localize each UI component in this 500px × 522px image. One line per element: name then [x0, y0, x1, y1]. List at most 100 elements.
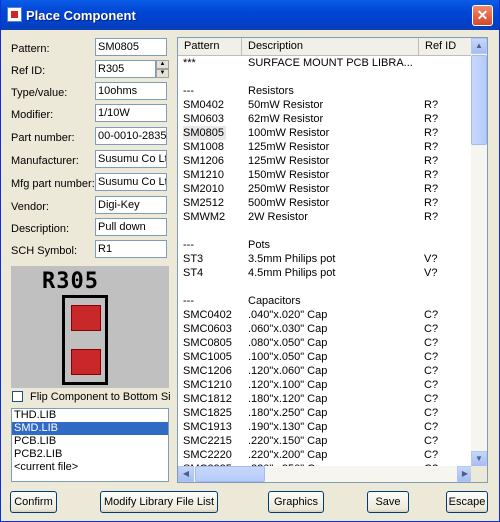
cell-pattern: SMC1825	[183, 407, 232, 419]
table-row[interactable]: SMC0603 .060"x.030" Cap C?	[178, 322, 473, 336]
table-row[interactable]: SM1210 150mW Resistor R?	[178, 168, 473, 182]
cell-description: 125mW Resistor	[248, 141, 330, 153]
library-item[interactable]: <current file>	[12, 461, 168, 474]
table-row[interactable]: SMC0805 .080"x.050" Cap C?	[178, 336, 473, 350]
graphics-button[interactable]: Graphics	[268, 491, 324, 513]
table-row[interactable]	[178, 70, 473, 84]
table-row[interactable]: SM0805 100mW Resistor R?	[178, 126, 473, 140]
vertical-scroll-thumb[interactable]	[471, 55, 487, 145]
cell-refid: C?	[424, 365, 439, 377]
table-row[interactable]: SM2010 250mW Resistor R?	[178, 182, 473, 196]
partnum-label: Part number:	[11, 132, 75, 144]
table-row[interactable]: SMWM2 2W Resistor R?	[178, 210, 473, 224]
place-component-dialog: Place Component ✕ Pattern: SM0805 Ref ID…	[0, 0, 500, 522]
table-row[interactable]: ST3 3.5mm Philips pot V?	[178, 252, 473, 266]
table-row[interactable]	[178, 224, 473, 238]
footprint-preview: R305	[11, 266, 169, 388]
cell-description: .180"x.120" Cap	[248, 393, 328, 405]
escape-button[interactable]: Escape	[446, 491, 488, 513]
cell-refid: R?	[424, 155, 439, 167]
pad-2	[71, 349, 101, 375]
pattern-field[interactable]: SM0805	[95, 38, 167, 56]
partnum-field[interactable]: 00-0010-2835	[95, 127, 167, 145]
table-row[interactable]: *** SURFACE MOUNT PCB LIBRA...	[178, 56, 473, 70]
table-row[interactable]: SM1206 125mW Resistor R?	[178, 154, 473, 168]
confirm-button[interactable]: Confirm	[10, 491, 57, 513]
table-row[interactable]: SM1008 125mW Resistor R?	[178, 140, 473, 154]
scroll-left-icon[interactable]: ◀	[178, 466, 194, 482]
manufacturer-field[interactable]: Susumu Co Lt	[95, 150, 167, 168]
title-bar[interactable]: Place Component ✕	[1, 0, 499, 30]
horizontal-scrollbar[interactable]: ◀ ▶	[178, 466, 473, 482]
table-rows: *** SURFACE MOUNT PCB LIBRA... --- Resistor…	[178, 56, 473, 467]
library-item[interactable]: PCB2.LIB	[12, 448, 168, 461]
cell-pattern: ---	[183, 239, 194, 251]
table-row[interactable]: SM2512 500mW Resistor R?	[178, 196, 473, 210]
table-row[interactable]: --- Pots	[178, 238, 473, 252]
library-item[interactable]: PCB.LIB	[12, 435, 168, 448]
component-table[interactable]: Pattern Description Ref ID *** SURFACE MO…	[177, 37, 488, 483]
refid-field[interactable]: R305	[95, 60, 156, 78]
vertical-scrollbar[interactable]: ▲ ▼	[471, 38, 487, 467]
mfgpart-field[interactable]: Susumu Co Lt	[95, 173, 167, 191]
cell-description: .120"x.100" Cap	[248, 379, 328, 391]
table-row[interactable]: SMC1206 .120"x.060" Cap C?	[178, 364, 473, 378]
table-row[interactable]: SMC0402 .040"x.020" Cap C?	[178, 308, 473, 322]
table-row[interactable]: SM0603 62mW Resistor R?	[178, 112, 473, 126]
cell-pattern: ST4	[183, 267, 204, 279]
cell-refid: R?	[424, 99, 439, 111]
cell-refid: R?	[424, 197, 439, 209]
library-item[interactable]: SMD.LIB	[12, 422, 168, 435]
table-row[interactable]: SMC1825 .180"x.250" Cap C?	[178, 406, 473, 420]
cell-refid: R?	[424, 127, 439, 139]
sch-symbol-field[interactable]: R1	[95, 240, 167, 258]
table-row[interactable]: --- Resistors	[178, 84, 473, 98]
description-field[interactable]: Pull down	[95, 218, 167, 236]
cell-pattern: SM2512	[183, 197, 224, 209]
table-row[interactable]: SMC2220 .220"x.200" Cap C?	[178, 448, 473, 462]
table-row[interactable]: --- Capacitors	[178, 294, 473, 308]
cell-description: SURFACE MOUNT PCB LIBRA...	[248, 57, 413, 69]
table-row[interactable]	[178, 280, 473, 294]
cell-description: .060"x.030" Cap	[248, 323, 328, 335]
modifier-field[interactable]: 1/10W	[95, 104, 167, 122]
close-button[interactable]: ✕	[472, 5, 493, 26]
library-list[interactable]: THD.LIB SMD.LIB PCB.LIB PCB2.LIB <current fi…	[11, 408, 169, 482]
manufacturer-label: Manufacturer:	[11, 155, 79, 167]
col-refid-header[interactable]: Ref ID	[419, 38, 473, 55]
flip-label: Flip Component to Bottom Side	[30, 391, 170, 403]
scroll-down-icon[interactable]: ▼	[471, 451, 487, 467]
save-button[interactable]: Save	[367, 491, 409, 513]
horizontal-scroll-thumb[interactable]	[195, 466, 265, 482]
type-field[interactable]: 10ohms	[95, 82, 167, 100]
spin-down-icon[interactable]: ▼	[156, 69, 169, 78]
flip-checkbox[interactable]	[12, 391, 23, 402]
refid-spinner[interactable]: ▲ ▼	[156, 60, 169, 78]
table-row[interactable]: ST4 4.5mm Philips pot V?	[178, 266, 473, 280]
spin-up-icon[interactable]: ▲	[156, 60, 169, 69]
modify-library-button[interactable]: Modify Library File List	[100, 491, 218, 513]
library-item[interactable]: THD.LIB	[12, 409, 168, 422]
cell-description: .100"x.050" Cap	[248, 351, 328, 363]
cell-description: Capacitors	[248, 295, 301, 307]
col-description-header[interactable]: Description	[242, 38, 419, 55]
table-row[interactable]: SMC2215 .220"x.150" Cap C?	[178, 434, 473, 448]
cell-description: .080"x.050" Cap	[248, 337, 328, 349]
cell-refid: V?	[424, 267, 438, 279]
table-row[interactable]: SMC1812 .180"x.120" Cap C?	[178, 392, 473, 406]
app-icon	[7, 7, 22, 22]
cell-pattern: SM2010	[183, 183, 224, 195]
cell-pattern: SMC0805	[183, 337, 232, 349]
scroll-up-icon[interactable]: ▲	[471, 38, 487, 54]
cell-refid: C?	[424, 421, 439, 433]
col-pattern-header[interactable]: Pattern	[178, 38, 242, 55]
cell-description: .120"x.060" Cap	[248, 365, 328, 377]
cell-refid: C?	[424, 351, 439, 363]
table-row[interactable]: SMC1913 .190"x.130" Cap C?	[178, 420, 473, 434]
table-row[interactable]: SMC1210 .120"x.100" Cap C?	[178, 378, 473, 392]
table-row[interactable]: SMC1005 .100"x.050" Cap C?	[178, 350, 473, 364]
table-row[interactable]: SM0402 50mW Resistor R?	[178, 98, 473, 112]
description-label: Description:	[11, 223, 70, 235]
vendor-field[interactable]: Digi-Key	[95, 196, 167, 214]
cell-description: 250mW Resistor	[248, 183, 330, 195]
